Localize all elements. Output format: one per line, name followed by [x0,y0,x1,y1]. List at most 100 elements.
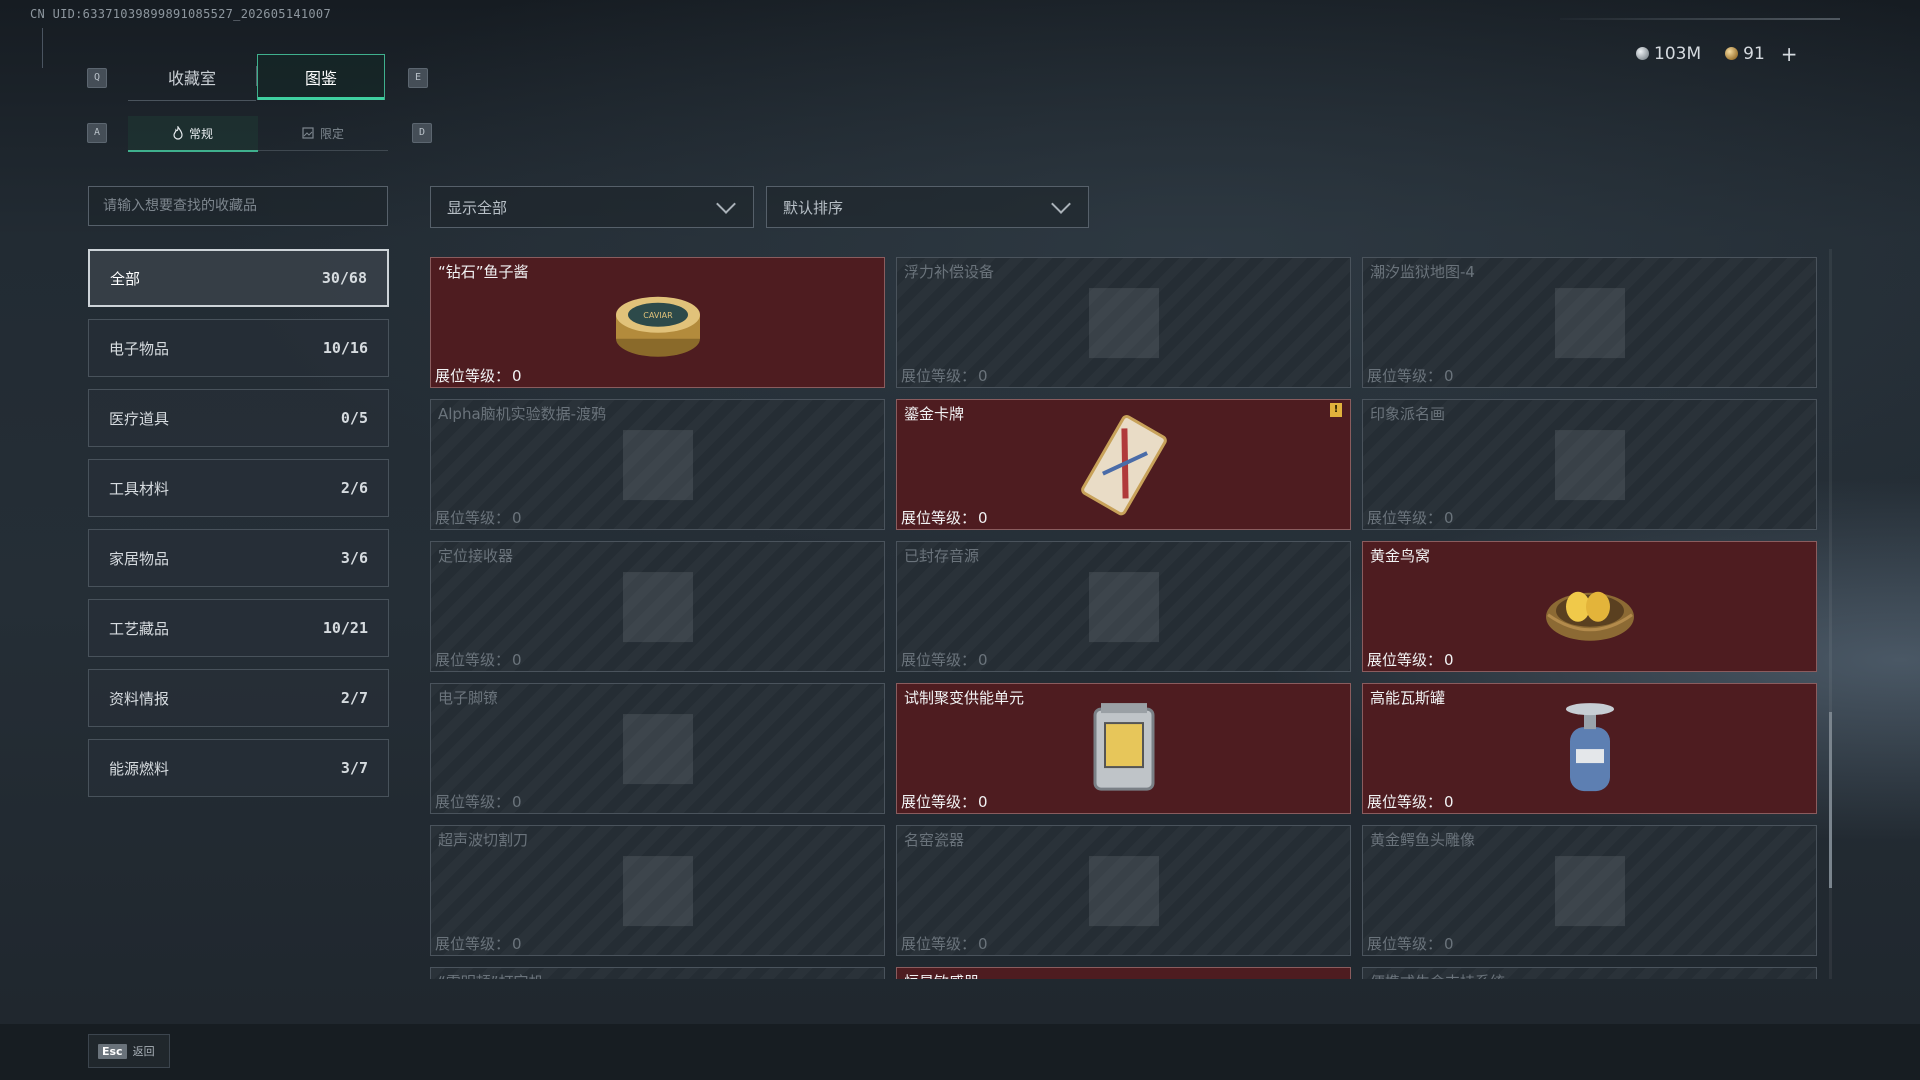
silver-amount: 103M [1654,44,1702,64]
sort-dropdown[interactable]: 默认排序 [766,186,1089,228]
footer-bar [0,1024,1920,1080]
collection-item-card[interactable]: 潮汐监狱地图-4 展位等级： 0 [1362,257,1817,388]
collection-item-card[interactable]: 便携式生命支持系统展位等级：0 [1362,967,1817,979]
golden-nest-icon [1540,564,1640,652]
item-level: 展位等级： 0 [901,507,988,528]
collection-item-card[interactable]: 浮力补偿设备 展位等级： 0 [896,257,1351,388]
back-button[interactable]: Esc 返回 [88,1034,170,1068]
gold-currency: 91 [1725,44,1765,64]
category-tools[interactable]: 工具材料 2/6 [88,459,389,517]
image-icon [302,127,314,139]
item-name: 超声波切割刀 [438,831,529,849]
item-level-value: 0 [512,935,522,953]
key-a-hint: A [87,123,107,143]
item-level-value: 0 [978,793,988,811]
collection-item-card[interactable]: 黄金鳄鱼头雕像 展位等级： 0 [1362,825,1817,956]
item-name: 印象派名画 [1370,405,1446,423]
item-name: 名窑瓷器 [904,831,965,849]
item-name: 试制聚变供能单元 [904,689,1025,707]
item-name: 浮力补偿设备 [904,263,995,281]
collection-item-card[interactable]: 定位接收器 展位等级： 0 [430,541,885,672]
item-level-label: 展位等级： [435,367,511,385]
item-level: 展位等级： 0 [901,933,988,954]
collection-item-card[interactable]: 名窑瓷器展位等级： 0 [896,825,1351,956]
esc-key-hint: Esc [98,1043,127,1059]
item-level-label: 展位等级： [901,651,977,669]
filter-dropdown-label: 显示全部 [447,198,508,217]
filter-dropdown[interactable]: 显示全部 [430,186,754,228]
collection-item-card[interactable]: “雷明顿”打字机展位等级：0 [430,967,885,979]
category-household[interactable]: 家居物品 3/6 [88,529,389,587]
category-count: 3/7 [340,759,368,777]
collection-item-card[interactable]: “钻石”鱼子酱 CAVIAR 展位等级： 0 [430,257,885,388]
item-level: 展位等级： 0 [435,791,522,812]
add-currency-button[interactable]: + [1781,42,1798,66]
painting-icon [1530,415,1650,519]
category-label: 工具材料 [109,479,170,498]
item-level-value: 0 [1444,509,1454,527]
category-count: 3/6 [340,549,368,567]
item-level-label: 展位等级： [435,793,511,811]
item-level-label: 展位等级： [1367,367,1443,385]
item-name: 恒星敏感器 [904,971,979,979]
category-medical[interactable]: 医疗道具 0/5 [88,389,389,447]
category-label: 电子物品 [109,339,170,358]
silver-coin-icon [1636,47,1649,60]
collection-item-card[interactable]: 试制聚变供能单元 展位等级： 0 [896,683,1351,814]
category-crafts[interactable]: 工艺藏品 10/21 [88,599,389,657]
collection-item-card[interactable]: 鎏金卡牌 展位等级： 0! [896,399,1351,530]
new-alert-badge: ! [1330,403,1342,417]
item-level-value: 0 [512,793,522,811]
tab-collection-room[interactable]: 收藏室 [128,54,256,101]
subtab-regular[interactable]: 常规 [128,116,258,152]
silver-currency: 103M [1636,44,1701,64]
category-list: 全部 30/68 电子物品 10/16 医疗道具 0/5 工具材料 2/6 家居物品 3/… [88,249,389,809]
gilded-card-icon [1076,413,1172,521]
collection-item-card[interactable]: 高能瓦斯罐 展位等级： 0 [1362,683,1817,814]
item-level-label: 展位等级： [901,793,977,811]
fusion-unit-icon [1087,699,1161,803]
scrollbar-thumb[interactable] [1829,712,1832,888]
item-level-value: 0 [978,509,988,527]
collection-item-card[interactable]: 超声波切割刀 展位等级： 0 [430,825,885,956]
item-level-label: 展位等级： [435,651,511,669]
data-drive-icon [598,415,718,519]
item-level: 展位等级： 0 [1367,507,1454,528]
category-energy[interactable]: 能源燃料 3/7 [88,739,389,797]
category-label: 全部 [110,269,141,288]
item-name: 定位接收器 [438,547,514,565]
item-grid: “钻石”鱼子酱 CAVIAR 展位等级： 0 浮力补偿设备 展位等级： 0 潮汐监狱地图-4 展… [430,257,1820,979]
collection-item-card[interactable]: 已封存音源 展位等级： 0 [896,541,1351,672]
cutter-knife-icon [598,841,718,945]
item-level-value: 0 [1444,651,1454,669]
collection-item-card[interactable]: 黄金鸟窝 展位等级： 0 [1362,541,1817,672]
item-level-value: 0 [512,367,522,385]
item-name: 便携式生命支持系统 [1370,971,1505,979]
collection-item-card[interactable]: 印象派名画展位等级： 0 [1362,399,1817,530]
item-level-value: 0 [978,367,988,385]
search-input[interactable] [88,186,388,226]
collection-item-card[interactable]: Alpha脑机实验数据-渡鸦 展位等级： 0 [430,399,885,530]
category-label: 资料情报 [109,689,170,708]
item-grid-viewport: “钻石”鱼子酱 CAVIAR 展位等级： 0 浮力补偿设备 展位等级： 0 潮汐监狱地图-4 展… [430,257,1820,979]
tab-catalog[interactable]: 图鉴 [257,54,385,100]
item-level-label: 展位等级： [1367,509,1443,527]
subtab-limited[interactable]: 限定 [258,116,388,151]
item-name: 黄金鳄鱼头雕像 [1370,831,1476,849]
back-label: 返回 [132,1045,155,1058]
item-level: 展位等级： 0 [901,649,988,670]
category-label: 家居物品 [109,549,170,568]
collection-item-card[interactable]: 电子脚镣展位等级： 0 [430,683,885,814]
collection-item-card[interactable]: 恒星敏感器展位等级：0 [896,967,1351,979]
category-label: 工艺藏品 [109,619,170,638]
item-name: 电子脚镣 [438,689,499,707]
item-level: 展位等级： 0 [901,791,988,812]
item-level: 展位等级： 0 [435,507,522,528]
gold-coin-icon [1725,47,1739,60]
category-electronics[interactable]: 电子物品 10/16 [88,319,389,377]
category-intel[interactable]: 资料情报 2/7 [88,669,389,727]
category-all[interactable]: 全部 30/68 [88,249,389,307]
item-level: 展位等级： 0 [1367,365,1454,386]
item-name: 潮汐监狱地图-4 [1370,263,1475,281]
item-name: Alpha脑机实验数据-渡鸦 [438,405,607,423]
